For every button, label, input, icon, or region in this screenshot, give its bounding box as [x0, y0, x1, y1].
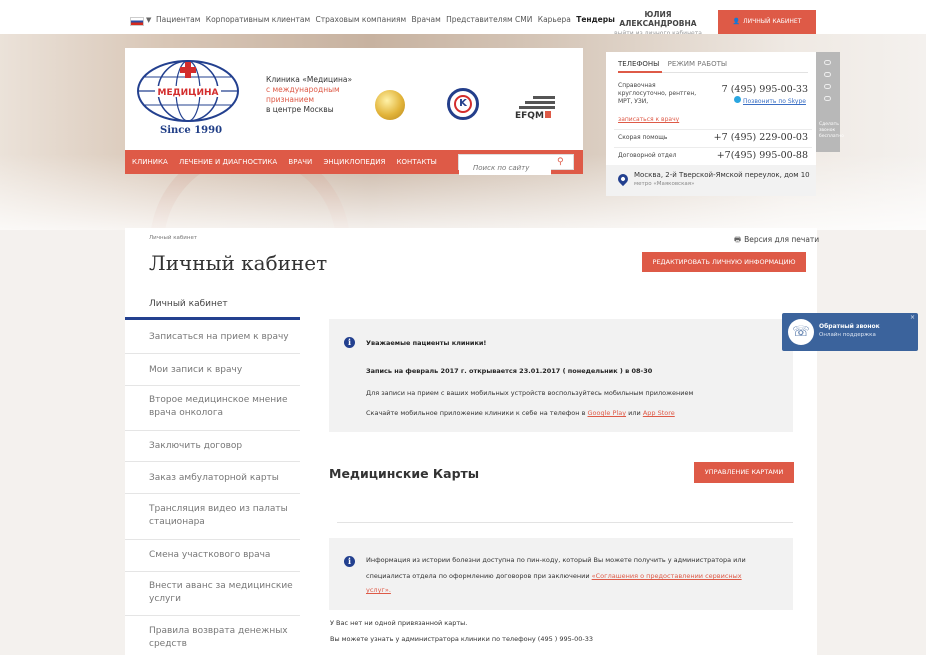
printer-icon: 🖶 [734, 235, 742, 244]
cards-info-line2: специалиста отдела по оформлению договор… [366, 572, 742, 580]
google-play-link[interactable]: Google Play [588, 409, 627, 417]
phone-icon: ☏ [788, 319, 814, 345]
search-input[interactable] [459, 161, 551, 175]
clinic-tagline: Клиника «Медицина» с международным призн… [266, 75, 353, 114]
gold-award-icon [375, 90, 405, 120]
medical-cards-title: Медицинские Карты [329, 466, 480, 481]
phones-panel: ТЕЛЕФОНЫ РЕЖИМ РАБОТЫ Справочная круглос… [606, 52, 816, 196]
callback-widget[interactable]: ☏ Обратный звонок Онлайн поддержка × [782, 313, 918, 351]
notice-line2: Скачайте мобильное приложение клиники к … [366, 409, 675, 417]
menu-item-appointment[interactable]: Записаться на прием к врачу [125, 320, 300, 354]
nav-doctors[interactable]: ВРАЧИ [288, 158, 312, 166]
personal-cabinet-label: ЛИЧНЫЙ КАБИНЕТ [743, 18, 802, 25]
nav-contacts[interactable]: КОНТАКТЫ [397, 158, 437, 166]
clinic-address[interactable]: Москва, 2-й Тверской-Ямской переулок, до… [634, 171, 810, 179]
admin-phone-text: Вы можете узнать у администратора клиник… [330, 635, 594, 643]
reference-label: Справочная круглосуточно, рентген, МРТ, … [618, 82, 697, 105]
no-cards-text: У Вас нет ни одной привязанной карты. [330, 619, 468, 627]
nav-encyclopedia[interactable]: ЭНЦИКЛОПЕДИЯ [324, 158, 386, 166]
quality-badge-icon: K [447, 88, 479, 120]
map-pin-icon [615, 171, 631, 187]
top-link-media[interactable]: Представителям СМИ [446, 15, 532, 24]
menu-item-advance[interactable]: Внести аванс за медицинские услуги [125, 572, 300, 616]
user-name[interactable]: ЮЛИЯ АЛЕКСАНДРОВНА [608, 10, 708, 28]
breadcrumb[interactable]: Личный кабинет [149, 235, 197, 241]
service-agreement-link[interactable]: «Соглашения о предоставлении сервисных [592, 572, 742, 580]
top-links: Пациентам Корпоративным клиентам Страхов… [156, 15, 618, 24]
close-icon[interactable]: × [910, 314, 915, 321]
reference-phone[interactable]: 7 (495) 995-00-33 [722, 84, 808, 95]
manage-cards-button[interactable]: УПРАВЛЕНИЕ КАРТАМИ [694, 462, 794, 483]
edit-info-button[interactable]: РЕДАКТИРОВАТЬ ЛИЧНУЮ ИНФОРМАЦИЮ [642, 252, 806, 272]
menu-item-change-doctor[interactable]: Смена участкового врача [125, 540, 300, 572]
nav-clinic[interactable]: КЛИНИКА [132, 158, 168, 166]
page-title: Личный кабинет [149, 251, 328, 275]
user-block: ЮЛИЯ АЛЕКСАНДРОВНА выйти из личного каби… [608, 10, 708, 37]
search-box: ⚲ [458, 154, 574, 175]
metro-station: метро «Маяковская» [634, 181, 695, 187]
logo-since: Since 1990 [160, 125, 223, 136]
menu-item-my-appointments[interactable]: Мои записи к врачу [125, 354, 300, 386]
skype-icon [734, 96, 741, 103]
top-link-career[interactable]: Карьера [538, 15, 571, 24]
russian-flag-icon[interactable] [130, 17, 144, 26]
cards-info: i Информация из истории болезни доступна… [329, 538, 793, 610]
notice-bold-line: Запись на февраль 2017 г. открывается 23… [366, 367, 653, 375]
tab-working-hours[interactable]: РЕЖИМ РАБОТЫ [668, 60, 727, 68]
service-agreement-link-end[interactable]: услуг». [366, 586, 391, 594]
menu-item-second-opinion[interactable]: Второе медицинское мнение врача онколога [125, 386, 300, 431]
dot-icon [824, 72, 831, 77]
top-link-patients[interactable]: Пациентам [156, 15, 200, 24]
personal-cabinet-button[interactable]: 👤 ЛИЧНЫЙ КАБИНЕТ [718, 10, 816, 34]
cards-info-line1: Информация из истории болезни доступна п… [366, 556, 746, 564]
menu-item-cabinet[interactable]: Личный кабинет [125, 290, 300, 320]
dot-icon [824, 60, 831, 65]
chevron-down-icon[interactable]: ▼ [146, 16, 151, 24]
menu-item-contract[interactable]: Заключить договор [125, 431, 300, 462]
nav-treatment[interactable]: ЛЕЧЕНИЕ И ДИАГНОСТИКА [179, 158, 277, 166]
main-nav: КЛИНИКА ЛЕЧЕНИЕ И ДИАГНОСТИКА ВРАЧИ ЭНЦИ… [125, 150, 583, 175]
ambulance-label: Скорая помощь [618, 134, 668, 141]
efqm-logo: EFQM [515, 96, 555, 121]
top-link-corporate[interactable]: Корпоративным клиентам [206, 15, 310, 24]
contract-phone[interactable]: +7(495) 995-00-88 [717, 150, 808, 161]
dot-icon [824, 84, 831, 89]
top-bar: ▼ Пациентам Корпоративным клиентам Страх… [0, 0, 926, 37]
top-link-doctors[interactable]: Врачам [412, 15, 441, 24]
contract-label: Договорной отдел [618, 152, 677, 159]
info-icon: i [344, 556, 355, 567]
info-icon: i [344, 337, 355, 348]
notice-line1: Для записи на прием с ваших мобильных ус… [366, 389, 694, 397]
free-call-strip[interactable]: Сделать звонок бесплатно [816, 52, 844, 152]
logo-brand-text: МЕДИЦИНА [157, 88, 218, 98]
user-icon: 👤 [732, 18, 741, 25]
tab-phones[interactable]: ТЕЛЕФОНЫ [618, 60, 659, 68]
notice-heading: Уважаемые пациенты клиники! [366, 339, 487, 347]
callback-subtitle: Онлайн поддержка [819, 332, 876, 338]
skype-call-link[interactable]: Позвонить по Skype [734, 96, 806, 105]
callback-title: Обратный звонок [819, 323, 880, 330]
top-link-insurance[interactable]: Страховым компаниям [316, 15, 407, 24]
menu-item-outpatient-card[interactable]: Заказ амбулаторной карты [125, 462, 300, 494]
signup-doctor-link[interactable]: записаться к врачу [618, 116, 679, 123]
search-icon[interactable]: ⚲ [557, 157, 564, 167]
menu-item-video[interactable]: Трансляция видео из палаты стационара [125, 494, 300, 540]
clinic-logo-icon[interactable]: МЕДИЦИНА [135, 55, 241, 125]
address-block: Москва, 2-й Тверской-Ямской переулок, до… [606, 165, 816, 196]
dot-icon [824, 96, 831, 101]
app-store-link[interactable]: App Store [643, 409, 675, 417]
patients-notice: i Уважаемые пациенты клиники! Запись на … [329, 319, 793, 432]
print-version-link[interactable]: 🖶 Версия для печати [734, 234, 819, 247]
ambulance-phone[interactable]: +7 (495) 229-00-03 [714, 132, 808, 143]
menu-item-refund-rules[interactable]: Правила возврата денежных средств [125, 616, 300, 655]
